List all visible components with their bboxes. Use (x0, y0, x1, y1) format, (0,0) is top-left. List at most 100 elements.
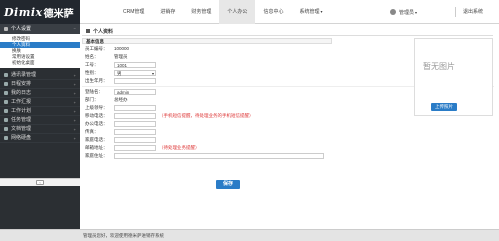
top-bar: Dimix 德米萨 CRM管理 进销存 财务管理 个人办公 信息中心 系统管理▾… (0, 0, 499, 24)
expand-icon: + (73, 117, 76, 123)
sidebar-item-label: 文档管理 (11, 125, 32, 132)
chevron-left-icon: ‹ (36, 180, 44, 185)
form-row-home-phone: 家庭电话： (82, 136, 494, 144)
sidebar-item-label: 日程安排 (11, 80, 32, 87)
email-hint: （待处理业务提醒） (159, 145, 200, 150)
expand-icon: + (73, 135, 76, 141)
form-row-office-phone: 办公电话： (82, 120, 494, 128)
panel-header: 个人资料 (82, 27, 493, 36)
log-icon (4, 91, 8, 95)
sidebar-group-label: 个人设置 (11, 26, 32, 32)
job-no-field[interactable]: 1001 (114, 62, 156, 68)
home-phone-field[interactable] (114, 137, 156, 143)
gender-select[interactable]: 男 ▾ (114, 70, 156, 76)
save-button[interactable]: 保存 (216, 180, 240, 189)
logout-button[interactable]: 退出系统 (463, 0, 483, 24)
task-icon (4, 118, 8, 122)
logo: Dimix 德米萨 (0, 0, 80, 24)
contacts-icon (4, 73, 8, 77)
expand-icon: + (73, 72, 76, 78)
user-menu[interactable]: 管理员 ▾ (390, 0, 417, 24)
office-phone-label: 办公电话： (85, 121, 108, 126)
sidebar-group-personal-settings[interactable]: 个人设置 − (0, 24, 80, 34)
top-nav: CRM管理 进销存 财务管理 个人办公 信息中心 系统管理▾ (115, 0, 330, 24)
email-field[interactable] (114, 145, 156, 151)
dept-label: 部门： (85, 97, 99, 102)
user-card-icon (86, 29, 90, 33)
email-label: 邮箱地址： (85, 145, 108, 150)
form-row-fax: 传真： (82, 128, 494, 136)
logo-text: Dimix (4, 5, 43, 19)
fax-label: 传真： (85, 129, 99, 134)
collapse-icon: − (73, 26, 76, 31)
sidebar-item-label: 任务管理 (11, 116, 32, 123)
office-phone-field[interactable] (114, 121, 156, 127)
status-bar: 管理员您好，欢迎使用德米萨进销存系统 (0, 229, 499, 241)
fax-field[interactable] (114, 129, 156, 135)
settings-icon (4, 27, 8, 31)
main-content: 个人资料 基本信息 员工编号： 100000 姓名： 管理员 工号： 1001 … (80, 24, 499, 229)
dept-value: 总经办 (114, 97, 128, 102)
birth-label: 出生年月： (85, 78, 108, 83)
form-row-email: 邮箱地址： （待处理业务提醒） (82, 144, 494, 152)
nav-info-center[interactable]: 信息中心 (255, 0, 291, 24)
sidebar-item-label: 工作汇报 (11, 98, 32, 105)
sidebar: 个人设置 − 修改密码 个人资料 换肤 常用语设置 初始化桌面 通讯录管理 + 日… (0, 24, 80, 229)
gender-label: 性别： (85, 70, 99, 75)
staff-no-label: 员工编号： (85, 46, 108, 51)
staff-no-value: 100000 (114, 46, 130, 51)
section-title: 基本信息 (82, 38, 332, 44)
nav-personal-office[interactable]: 个人办公 (219, 0, 256, 24)
nav-inventory[interactable]: 进销存 (152, 0, 183, 24)
app-window: Dimix 德米萨 CRM管理 进销存 财务管理 个人办公 信息中心 系统管理▾… (0, 0, 499, 241)
calendar-icon (4, 82, 8, 86)
job-no-label: 工号： (85, 62, 99, 67)
superior-label: 上级领导： (85, 105, 108, 110)
sidebar-item-net-disk[interactable]: 网络硬盘 + (0, 134, 80, 143)
chevron-down-icon: ▾ (415, 9, 418, 15)
page-title: 个人资料 (93, 28, 114, 35)
sidebar-item-label: 通讯录管理 (11, 71, 37, 78)
login-label: 登陆名： (85, 89, 103, 94)
nav-system-manage-label: 系统管理 (299, 9, 320, 15)
user-icon (390, 9, 396, 15)
nav-finance[interactable]: 财务管理 (183, 0, 219, 24)
photo-placeholder: 暂无图片 (423, 62, 455, 71)
photo-box: 暂无图片 上传照片 (414, 38, 493, 116)
mobile-hint: （手机短信提醒，待处理业务的手机短信提醒） (159, 113, 254, 118)
sidebar-item-label: 工作计划 (11, 107, 32, 114)
report-icon (4, 100, 8, 104)
mobile-label: 移动电话： (85, 113, 108, 118)
name-label: 姓名： (85, 54, 99, 59)
chevron-down-icon: ▾ (151, 71, 154, 76)
sidebar-collapse-button[interactable]: ‹ (0, 178, 80, 186)
expand-icon: + (73, 108, 76, 114)
nav-system-manage[interactable]: 系统管理▾ (291, 0, 330, 24)
divider (455, 7, 456, 17)
plan-icon (4, 109, 8, 113)
upload-photo-button[interactable]: 上传照片 (431, 103, 457, 111)
name-value: 管理员 (114, 54, 128, 59)
sidebar-item-init-desktop[interactable]: 初始化桌面 (0, 60, 80, 66)
nav-crm[interactable]: CRM管理 (115, 0, 152, 24)
sidebar-submenu: 修改密码 个人资料 换肤 常用语设置 初始化桌面 (0, 34, 80, 68)
home-addr-field[interactable] (114, 153, 324, 159)
expand-icon: + (73, 81, 76, 87)
sidebar-item-label: 网络硬盘 (11, 134, 32, 141)
gender-value: 男 (117, 71, 122, 76)
home-phone-label: 家庭电话： (85, 137, 108, 142)
mobile-field[interactable] (114, 113, 156, 119)
login-field[interactable]: admin (114, 89, 156, 95)
user-name: 管理员 (399, 9, 415, 16)
home-addr-label: 家庭住址： (85, 153, 108, 158)
document-icon (4, 127, 8, 131)
expand-icon: + (73, 99, 76, 105)
expand-icon: + (73, 126, 76, 132)
sidebar-item-label: 我的日志 (11, 89, 32, 96)
sidebar-menu: 通讯录管理 + 日程安排 + 我的日志 + 工作汇报 + 工作计划 + 任务管理 + 文档管… (0, 71, 80, 143)
superior-field[interactable] (114, 105, 156, 111)
birth-field[interactable] (114, 78, 156, 84)
logo-text-cn: 德米萨 (43, 8, 74, 20)
disk-icon (4, 136, 8, 140)
chevron-down-icon: ▾ (320, 9, 323, 14)
